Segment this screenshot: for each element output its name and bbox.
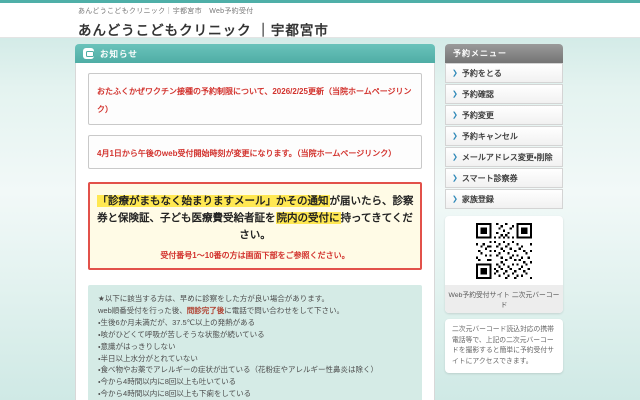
chevron-right-icon [452, 153, 458, 161]
symptom-item: ・咳がひどくて呼吸が苦しそうな状態が続いている [98, 329, 412, 341]
arrival-alert-box: 「診療がまもなく始まりますメール」かその通知が届いたら、診察券と保険証、子ども医… [88, 182, 422, 270]
symptom-item: ・今から4時間以内に8回以上も吐いている [98, 376, 412, 388]
qr-code-panel: Web予約受付サイト 二次元バーコード [445, 216, 563, 313]
notice-link-schedule-text: 4月1日から午後のweb受付開始時刻が変更になります。（当院ホームページリンク） [97, 149, 396, 158]
reservation-menu-header: 予約メニュー [445, 44, 563, 63]
menu-item-cancel-reservation[interactable]: 予約キャンセル [445, 126, 563, 146]
site-header: あんどうこどもクリニック｜宇都宮市 Web予約受付 あんどうこどもクリニック ｜… [0, 3, 640, 38]
breadcrumb: あんどうこどもクリニック｜宇都宮市 Web予約受付 [78, 6, 640, 16]
chevron-right-icon [452, 69, 458, 77]
qr-code [476, 223, 532, 279]
arrival-alert-text: 「診療がまもなく始まりますメール」かその通知が届いたら、診察券と保険証、子ども医… [96, 193, 414, 243]
reservation-menu: 予約をとる 予約確認 予約変更 予約キャンセル メールアドレス変更・削除 スマー… [445, 63, 563, 209]
menu-item-family-registration[interactable]: 家族登録 [445, 189, 563, 209]
speech-bubble-icon [83, 48, 94, 59]
reservation-sidebar: 予約メニュー 予約をとる 予約確認 予約変更 予約キャンセル メールアドレス変更… [445, 44, 563, 373]
alert-highlight-reception: 院内の受付に [276, 212, 341, 224]
early-consult-line2-pre: web順番受付を行った後、 [98, 306, 187, 315]
menu-item-confirm-reservation[interactable]: 予約確認 [445, 84, 563, 104]
symptom-item: ・生後6か月未満だが、37.5℃以上の発熱がある [98, 317, 412, 329]
chevron-right-icon [452, 195, 458, 203]
early-consult-line2-post: に電話で問い合わせをして下さい。 [224, 306, 344, 315]
news-section: お知らせ おたふくかぜワクチン接種の予約制限について、2026/2/25更新（当… [75, 44, 435, 400]
chevron-right-icon [452, 90, 458, 98]
notice-link-vaccine-text: おたふくかぜワクチン接種の予約制限について、2026/2/25更新（当院ホームペ… [97, 87, 412, 114]
chevron-right-icon [452, 132, 458, 140]
web-reservation-page: { "header": { "breadcrumb": "あんどうこどもクリニッ… [0, 0, 640, 400]
notice-link-vaccine[interactable]: おたふくかぜワクチン接種の予約制限について、2026/2/25更新（当院ホームペ… [88, 73, 422, 125]
early-consult-line2: web順番受付を行った後、問診完了後に電話で問い合わせをして下さい。 [98, 305, 412, 317]
page-title: あんどうこどもクリニック ｜宇都宮市 [78, 19, 640, 39]
notice-link-schedule[interactable]: 4月1日から午後のweb受付開始時刻が変更になります。（当院ホームページリンク） [88, 135, 422, 169]
menu-item-smart-card[interactable]: スマート診察券 [445, 168, 563, 188]
news-header-label: お知らせ [100, 48, 138, 60]
chevron-right-icon [452, 174, 458, 182]
early-consult-line2-em: 問診完了後 [187, 306, 225, 315]
symptom-item: ・半日以上水分がとれていない [98, 353, 412, 365]
news-panel: おたふくかぜワクチン接種の予約制限について、2026/2/25更新（当院ホームペ… [75, 63, 435, 400]
chevron-right-icon [452, 111, 458, 119]
symptom-item: ・食べ物やお薬でアレルギーの症状が出ている（花粉症やアレルギー性鼻炎は除く） [98, 364, 412, 376]
symptom-item: ・意識がはっきりしない [98, 341, 412, 353]
menu-item-email-change-delete[interactable]: メールアドレス変更・削除 [445, 147, 563, 167]
alert-highlight-mail: 「診療がまもなく始まりますメール」かその通知 [97, 195, 330, 207]
qr-caption: Web予約受付サイト 二次元バーコード [445, 285, 563, 313]
early-consult-line1: ★以下に該当する方は、早めに診察をした方が良い場合があります。 [98, 293, 412, 305]
early-consult-box: ★以下に該当する方は、早めに診察をした方が良い場合があります。 web順番受付を… [88, 285, 422, 400]
symptom-item: ・今から4時間以内に8回以上も下痢をしている [98, 388, 412, 400]
menu-item-change-reservation[interactable]: 予約変更 [445, 105, 563, 125]
news-section-header: お知らせ [75, 44, 435, 63]
menu-item-take-reservation[interactable]: 予約をとる [445, 63, 563, 83]
qr-description: 二次元バーコード読込対応の携帯電話等で、上記の二次元バーコードを撮影すると簡単に… [445, 319, 563, 373]
reception-number-note: 受付番号1～10番の方は画面下部をご参照ください。 [96, 250, 414, 261]
